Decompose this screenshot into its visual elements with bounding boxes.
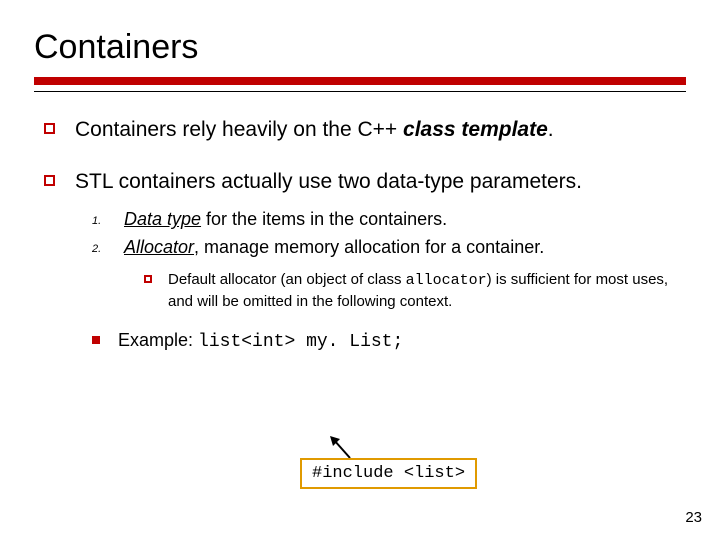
page-number: 23 (685, 509, 702, 526)
square-bullet-icon (44, 123, 55, 134)
bullet-1: Containers rely heavily on the C++ class… (44, 116, 686, 144)
square-bullet-icon (144, 275, 152, 283)
item-1-lead: Data type (124, 209, 201, 229)
arrow-icon (330, 436, 354, 460)
numbered-item-1: 1. Data type for the items in the contai… (92, 207, 686, 232)
sub-note: Default allocator (an object of class al… (144, 270, 686, 312)
bullet-2-text: STL containers actually use two data-typ… (75, 168, 582, 196)
example-label: Example: (118, 330, 198, 350)
bullet-1-emph: class template (403, 118, 548, 141)
example-line: Example: list<int> my. List; (92, 330, 686, 352)
bullet-1-text-b: . (548, 118, 554, 141)
include-callout: #include <list> (300, 458, 477, 489)
item-1-rest: for the items in the containers. (201, 209, 447, 229)
item-2-rest: , manage memory allocation for a contain… (194, 237, 544, 257)
filled-square-bullet-icon (92, 336, 100, 344)
subnote-code: allocator (406, 272, 487, 289)
slide-title: Containers (34, 28, 686, 67)
numbered-item-2: 2. Allocator, manage memory allocation f… (92, 235, 686, 260)
subnote-p1: Default allocator (an object of class (168, 271, 406, 288)
bullet-1-text-a: Containers rely heavily on the C++ (75, 118, 403, 141)
title-thin-line (34, 91, 686, 92)
example-code: list<int> my. List; (198, 332, 403, 352)
item-number: 1. (92, 207, 106, 232)
bullet-2: STL containers actually use two data-typ… (44, 168, 686, 196)
title-red-bar (34, 77, 686, 85)
item-2-lead: Allocator (124, 237, 194, 257)
numbered-list: 1. Data type for the items in the contai… (92, 207, 686, 259)
item-number: 2. (92, 235, 106, 260)
square-bullet-icon (44, 175, 55, 186)
